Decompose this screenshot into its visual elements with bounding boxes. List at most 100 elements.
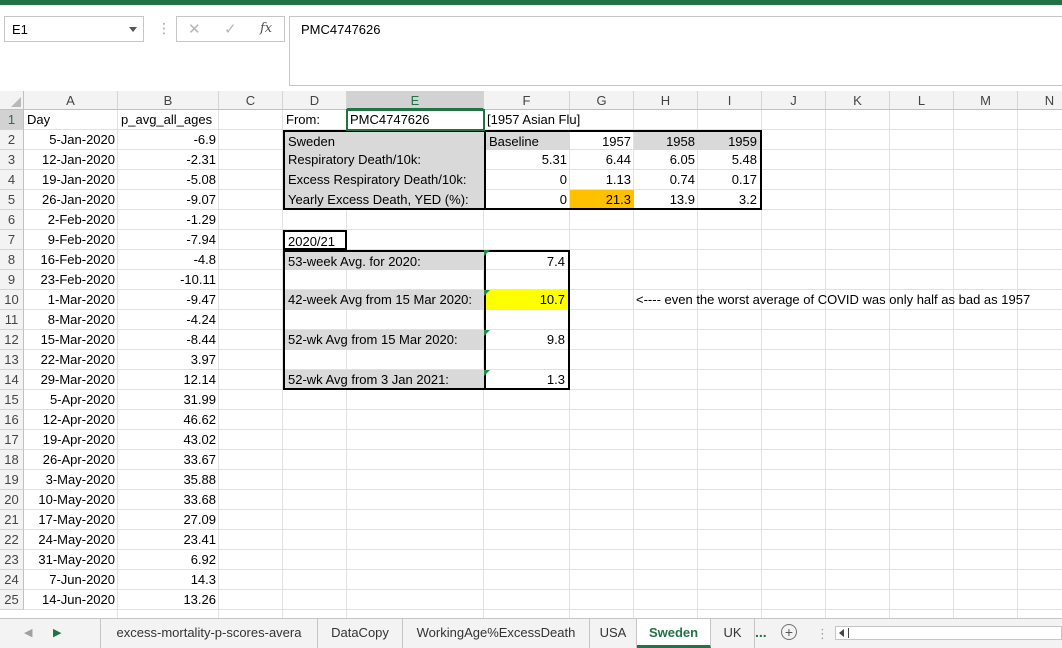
cell-p-score[interactable]: 6.92	[118, 550, 219, 570]
metric-label[interactable]: Respiratory Death/10k:	[283, 150, 484, 170]
year-value[interactable]: 6.05	[634, 150, 698, 170]
cell-date[interactable]: 26-Jan-2020	[24, 190, 118, 210]
cell-p-score[interactable]: -6.9	[118, 130, 219, 150]
tab-excess-mortality-p-scores-avera[interactable]: excess-mortality-p-scores-avera	[100, 619, 318, 648]
row-header-25[interactable]: 25	[0, 590, 24, 610]
covid-avg-label[interactable]: 52-wk Avg from 15 Mar 2020:	[283, 330, 484, 350]
cell-date[interactable]: 22-Mar-2020	[24, 350, 118, 370]
header-day[interactable]: Day	[24, 110, 118, 130]
row-header-17[interactable]: 17	[0, 430, 24, 450]
row-header-8[interactable]: 8	[0, 250, 24, 270]
row-header-20[interactable]: 20	[0, 490, 24, 510]
row-header-22[interactable]: 22	[0, 530, 24, 550]
covid-avg-label[interactable]: 52-wk Avg from 3 Jan 2021:	[283, 370, 484, 390]
row-header-19[interactable]: 19	[0, 470, 24, 490]
blank-cell[interactable]	[283, 310, 484, 330]
year-1958[interactable]: 1958	[634, 130, 698, 150]
column-header-k[interactable]: K	[826, 91, 890, 110]
add-sheet-button[interactable]: +	[781, 624, 797, 640]
vertical-dots-icon[interactable]: ⋮	[157, 20, 171, 36]
cell-p-score[interactable]: -1.29	[118, 210, 219, 230]
insert-function-icon[interactable]: fx	[260, 21, 272, 36]
spreadsheet-grid[interactable]: A B C D E F G H I J K L M N 1 2 3 4 5 6 7 8 9 10 11 12 13 14 15 16 17 1…	[0, 91, 1062, 618]
row-header-21[interactable]: 21	[0, 510, 24, 530]
tab-scroll-right-icon[interactable]: ▶	[53, 626, 61, 639]
baseline-label[interactable]: Baseline	[484, 130, 570, 150]
row-header-5[interactable]: 5	[0, 190, 24, 210]
baseline-value[interactable]: 5.31	[484, 150, 570, 170]
cell-p-score[interactable]: 12.14	[118, 370, 219, 390]
year-value[interactable]: 1.13	[570, 170, 634, 190]
tab-datacopy[interactable]: DataCopy	[318, 619, 403, 648]
covid-avg-label[interactable]: 42-week Avg from 15 Mar 2020:	[283, 290, 484, 310]
cell-date[interactable]: 12-Jan-2020	[24, 150, 118, 170]
year-value[interactable]: 0.74	[634, 170, 698, 190]
metric-label[interactable]: Yearly Excess Death, YED (%):	[283, 190, 484, 210]
blank-cell[interactable]	[484, 350, 570, 370]
from-label[interactable]: From:	[283, 110, 347, 130]
cell-date[interactable]: 2-Feb-2020	[24, 210, 118, 230]
row-header-7[interactable]: 7	[0, 230, 24, 250]
column-header-j[interactable]: J	[762, 91, 826, 110]
row-header-10[interactable]: 10	[0, 290, 24, 310]
tab-scroll-left-icon[interactable]: ◀	[24, 626, 32, 639]
cell-date[interactable]: 15-Mar-2020	[24, 330, 118, 350]
row-header-4[interactable]: 4	[0, 170, 24, 190]
metric-label[interactable]: Excess Respiratory Death/10k:	[283, 170, 484, 190]
cell-p-score[interactable]: 35.88	[118, 470, 219, 490]
covid-avg-label[interactable]: 53-week Avg. for 2020:	[283, 250, 484, 270]
row-header-9[interactable]: 9	[0, 270, 24, 290]
cell-date[interactable]: 12-Apr-2020	[24, 410, 118, 430]
column-header-m[interactable]: M	[954, 91, 1018, 110]
cell-p-score[interactable]: 31.99	[118, 390, 219, 410]
header-p-avg[interactable]: p_avg_all_ages	[118, 110, 219, 130]
more-tabs-button[interactable]: ...	[755, 624, 767, 640]
scroll-left-arrow-icon[interactable]	[839, 629, 844, 637]
row-header-1[interactable]: 1	[0, 110, 24, 130]
cell-date[interactable]: 24-May-2020	[24, 530, 118, 550]
column-header-n[interactable]: N	[1018, 91, 1062, 110]
year-1957[interactable]: 1957	[570, 130, 634, 150]
cell-p-score[interactable]: -9.47	[118, 290, 219, 310]
cell-date[interactable]: 14-Jun-2020	[24, 590, 118, 610]
row-header-24[interactable]: 24	[0, 570, 24, 590]
row-header-16[interactable]: 16	[0, 410, 24, 430]
column-header-a[interactable]: A	[24, 91, 118, 110]
source-note[interactable]: [1957 Asian Flu]	[484, 110, 580, 130]
row-header-23[interactable]: 23	[0, 550, 24, 570]
splitter-handle[interactable]: ⋮	[816, 626, 829, 642]
cell-date[interactable]: 1-Mar-2020	[24, 290, 118, 310]
tab-sweden[interactable]: Sweden	[637, 619, 711, 648]
cell-date[interactable]: 19-Apr-2020	[24, 430, 118, 450]
covid-avg-value[interactable]: 7.4	[484, 250, 570, 270]
cell-p-score[interactable]: -2.31	[118, 150, 219, 170]
year-value[interactable]: 21.3	[570, 190, 634, 210]
cell-p-score[interactable]: 43.02	[118, 430, 219, 450]
cell-p-score[interactable]: -5.08	[118, 170, 219, 190]
cell-date[interactable]: 23-Feb-2020	[24, 270, 118, 290]
cell-date[interactable]: 17-May-2020	[24, 510, 118, 530]
chevron-down-icon[interactable]	[129, 27, 137, 32]
row-header-13[interactable]: 13	[0, 350, 24, 370]
covid-avg-value[interactable]: 10.7	[484, 290, 570, 310]
year-value[interactable]: 0.17	[698, 170, 762, 190]
cell-date[interactable]: 3-May-2020	[24, 470, 118, 490]
cell-p-score[interactable]: -8.44	[118, 330, 219, 350]
year-value[interactable]: 6.44	[570, 150, 634, 170]
tab-usa[interactable]: USA	[590, 619, 637, 648]
column-header-h[interactable]: H	[634, 91, 698, 110]
column-header-c[interactable]: C	[219, 91, 283, 110]
column-header-d[interactable]: D	[283, 91, 347, 110]
baseline-value[interactable]: 0	[484, 170, 570, 190]
blank-cell[interactable]	[484, 270, 570, 290]
baseline-value[interactable]: 0	[484, 190, 570, 210]
cell-date[interactable]: 16-Feb-2020	[24, 250, 118, 270]
blank-cell[interactable]	[283, 270, 484, 290]
year-value[interactable]: 5.48	[698, 150, 762, 170]
cell-date[interactable]: 31-May-2020	[24, 550, 118, 570]
row-header-6[interactable]: 6	[0, 210, 24, 230]
year-1959[interactable]: 1959	[698, 130, 762, 150]
blank-cell[interactable]	[283, 350, 484, 370]
cell-p-score[interactable]: 3.97	[118, 350, 219, 370]
select-all-button[interactable]	[0, 91, 24, 110]
